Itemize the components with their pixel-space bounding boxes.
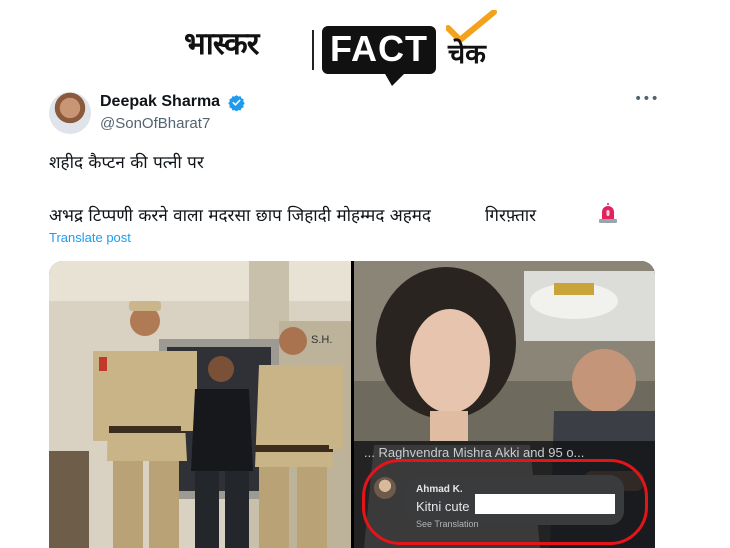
tweet-text-line-2: अभद्र टिप्पणी करने वाला मदरसा छाप जिहादी… [49,206,537,226]
translate-post-link[interactable]: Translate post [49,230,131,245]
publisher-logo: भास्कर [184,26,259,62]
tweet-text-line-1: शहीद कैप्टन की पत्नी पर [49,153,204,173]
highlight-circle [362,459,648,545]
fact-label: FACT [330,28,428,69]
wall-sign: S.H. [311,334,332,346]
verified-badge-icon [228,95,245,111]
siren-icon [599,203,617,223]
check-label: चेक [448,39,486,70]
more-icon[interactable]: ••• [634,90,659,114]
fact-badge-tail [384,72,406,86]
author-display-name[interactable]: Deepak Sharma [100,93,220,111]
logo-divider [312,30,314,70]
fact-check-banner: भास्कर FACT चेक [0,0,730,92]
media-photo-comment[interactable]: ... Raghvendra Mishra Akki and 95 o... A… [354,261,655,548]
media-photo-arrest[interactable]: S.H. [49,261,351,548]
author-handle[interactable]: @SonOfBharat7 [100,115,210,132]
comment-reactions-header: ... Raghvendra Mishra Akki and 95 o... [364,445,585,460]
author-avatar[interactable] [49,92,91,134]
tweet-media-grid[interactable]: S.H. ... Raghvendra Mishra Akki and 95 o… [49,261,655,548]
